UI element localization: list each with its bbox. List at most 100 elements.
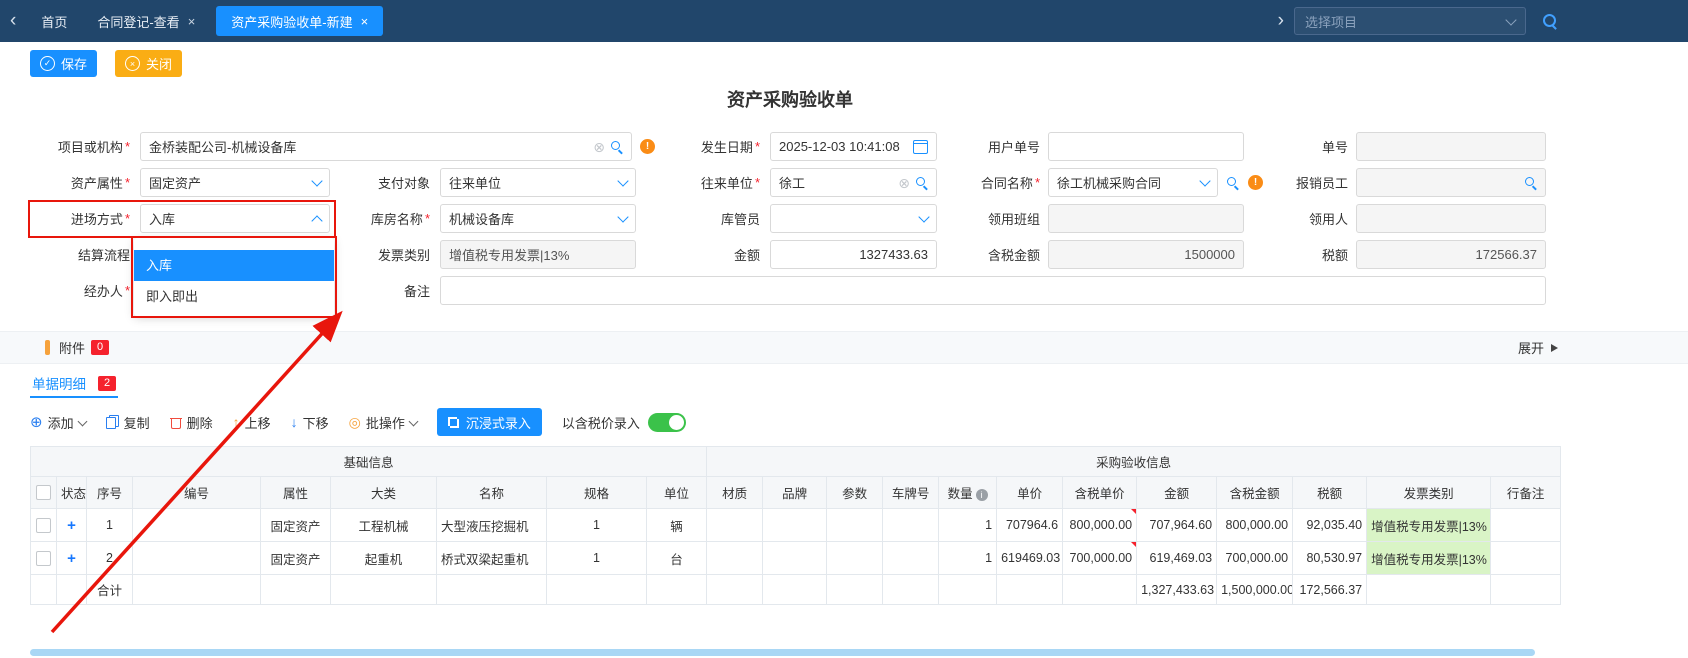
cell-name[interactable]: 桥式双梁起重机 bbox=[437, 542, 547, 575]
cell-spec[interactable]: 1 bbox=[547, 509, 647, 542]
user-no-input[interactable] bbox=[1048, 132, 1244, 161]
handler-label: 经办人* bbox=[20, 276, 130, 305]
search-icon[interactable] bbox=[610, 140, 623, 153]
horizontal-scrollbar[interactable] bbox=[30, 649, 1535, 656]
cell-plate[interactable] bbox=[883, 542, 939, 575]
immersive-entry-button[interactable]: 沉浸式录入 bbox=[437, 408, 542, 436]
cell-spec[interactable]: 1 bbox=[547, 542, 647, 575]
copy-button[interactable]: 复制 bbox=[106, 413, 150, 432]
cell-seq[interactable]: 2 bbox=[87, 542, 133, 575]
row-add-icon[interactable]: + bbox=[57, 542, 87, 575]
cell-qty[interactable]: 1 bbox=[939, 542, 997, 575]
search-icon[interactable] bbox=[1524, 176, 1537, 189]
search-icon[interactable] bbox=[915, 176, 928, 189]
asset-attr-select[interactable]: 固定资产 bbox=[140, 168, 330, 197]
close-tab-icon[interactable]: × bbox=[188, 14, 196, 29]
cell-brand[interactable] bbox=[763, 542, 827, 575]
save-button[interactable]: ✓ 保存 bbox=[30, 50, 97, 77]
counterparty-input[interactable]: 徐工 ⊗ bbox=[770, 168, 937, 197]
remark-input[interactable] bbox=[440, 276, 1546, 305]
col-header-name: 名称 bbox=[437, 477, 547, 509]
cell-name[interactable]: 大型液压挖掘机 bbox=[437, 509, 547, 542]
cell-category[interactable]: 工程机械 bbox=[331, 509, 437, 542]
close-tab-icon[interactable]: × bbox=[361, 14, 369, 29]
warehouse-name-select[interactable]: 机械设备库 bbox=[440, 204, 636, 233]
cell-plate[interactable] bbox=[883, 509, 939, 542]
close-icon: × bbox=[125, 56, 140, 71]
tab-contract-view[interactable]: 合同登记-查看 × bbox=[82, 0, 210, 42]
cell-invoice[interactable]: 增值税专用发票|13% bbox=[1367, 509, 1491, 542]
project-select[interactable]: 选择项目 bbox=[1294, 7, 1526, 35]
topbar-search-icon[interactable] bbox=[1542, 13, 1558, 29]
detail-tab-label: 单据明细 bbox=[32, 373, 86, 393]
dropdown-option-2[interactable]: 即入即出 bbox=[134, 281, 334, 312]
move-up-button[interactable]: ↑ 上移 bbox=[233, 413, 271, 432]
cell-code[interactable] bbox=[133, 542, 261, 575]
move-down-button[interactable]: ↓ 下移 bbox=[291, 413, 329, 432]
batch-ops-button[interactable]: ◎ 批操作 bbox=[349, 413, 417, 432]
cell-tax_amount[interactable]: 700,000.00 bbox=[1217, 542, 1293, 575]
pay-target-select[interactable]: 往来单位 bbox=[440, 168, 636, 197]
invoice-type-input: 增值税专用发票|13% bbox=[440, 240, 636, 269]
cell-price[interactable]: 707964.6 bbox=[997, 509, 1063, 542]
row-checkbox[interactable] bbox=[31, 542, 57, 575]
cell-material[interactable] bbox=[707, 542, 763, 575]
cell-price[interactable]: 619469.03 bbox=[997, 542, 1063, 575]
calendar-icon[interactable] bbox=[913, 140, 928, 154]
tab-label: 资产采购验收单-新建 bbox=[231, 12, 352, 31]
warehouse-keeper-select[interactable] bbox=[770, 204, 937, 233]
clear-icon[interactable]: ⊗ bbox=[898, 176, 910, 190]
contract-name-select[interactable]: 徐工机械采购合同 bbox=[1048, 168, 1218, 197]
cell-tax[interactable]: 80,530.97 bbox=[1293, 542, 1367, 575]
occur-date-input[interactable]: 2025-12-03 10:41:08 bbox=[770, 132, 937, 161]
entry-mode-select[interactable]: 入库 bbox=[140, 204, 330, 233]
tax-entry-toggle[interactable] bbox=[648, 413, 686, 432]
cell-code[interactable] bbox=[133, 509, 261, 542]
cell-row_remark[interactable] bbox=[1491, 542, 1561, 575]
tabs-back-icon[interactable]: ‹ bbox=[0, 0, 26, 42]
cell-invoice[interactable]: 增值税专用发票|13% bbox=[1367, 542, 1491, 575]
close-button[interactable]: × 关闭 bbox=[115, 50, 182, 77]
tabs-forward-icon[interactable]: › bbox=[1268, 0, 1294, 42]
clear-icon[interactable]: ⊗ bbox=[593, 140, 605, 154]
row-checkbox[interactable] bbox=[31, 509, 57, 542]
cell-unit[interactable]: 辆 bbox=[647, 509, 707, 542]
info-icon: i bbox=[976, 489, 988, 501]
cell-amount[interactable]: 707,964.60 bbox=[1137, 509, 1217, 542]
cell-material[interactable] bbox=[707, 509, 763, 542]
receiver-input bbox=[1356, 204, 1546, 233]
cell-amount[interactable]: 619,469.03 bbox=[1137, 542, 1217, 575]
chevron-down-icon bbox=[918, 211, 929, 222]
cell-attr[interactable]: 固定资产 bbox=[261, 542, 331, 575]
project-org-input[interactable]: 金桥装配公司-机械设备库 ⊗ bbox=[140, 132, 632, 161]
cell-tax_price[interactable]: 800,000.00 bbox=[1063, 509, 1137, 542]
cell-tax_price[interactable]: 700,000.00 bbox=[1063, 542, 1137, 575]
search-icon[interactable] bbox=[1226, 176, 1239, 189]
dropdown-option-1[interactable]: 入库 bbox=[134, 250, 334, 281]
cell-category[interactable]: 起重机 bbox=[331, 542, 437, 575]
select-all-checkbox[interactable] bbox=[31, 477, 57, 509]
project-select-placeholder: 选择项目 bbox=[1305, 12, 1507, 31]
tab-detail[interactable]: 单据明细 2 bbox=[30, 370, 118, 398]
detail-table: 基础信息采购验收信息状态序号编号属性大类名称规格单位材质品牌参数车牌号数量i单价… bbox=[30, 446, 1561, 605]
cell-param[interactable] bbox=[827, 509, 883, 542]
required-mark: * bbox=[1035, 175, 1040, 190]
tab-home[interactable]: 首页 bbox=[26, 0, 82, 42]
expand-button[interactable]: 展开 bbox=[1518, 338, 1558, 357]
tab-asset-purchase-new[interactable]: 资产采购验收单-新建 × bbox=[216, 6, 383, 36]
cell-attr[interactable]: 固定资产 bbox=[261, 509, 331, 542]
cell-row_remark[interactable] bbox=[1491, 509, 1561, 542]
col-header-code: 编号 bbox=[133, 477, 261, 509]
reimburse-staff-input[interactable] bbox=[1356, 168, 1546, 197]
row-add-icon[interactable]: + bbox=[57, 509, 87, 542]
cell-param[interactable] bbox=[827, 542, 883, 575]
cell-seq[interactable]: 1 bbox=[87, 509, 133, 542]
add-button[interactable]: ⊕ 添加 bbox=[30, 413, 86, 432]
cell-qty[interactable]: 1 bbox=[939, 509, 997, 542]
cell-brand[interactable] bbox=[763, 509, 827, 542]
delete-button[interactable]: 删除 bbox=[170, 413, 213, 432]
cell-unit[interactable]: 台 bbox=[647, 542, 707, 575]
cell-tax_amount[interactable]: 800,000.00 bbox=[1217, 509, 1293, 542]
cell-tax[interactable]: 92,035.40 bbox=[1293, 509, 1367, 542]
amount-input[interactable]: 1327433.63 bbox=[770, 240, 937, 269]
